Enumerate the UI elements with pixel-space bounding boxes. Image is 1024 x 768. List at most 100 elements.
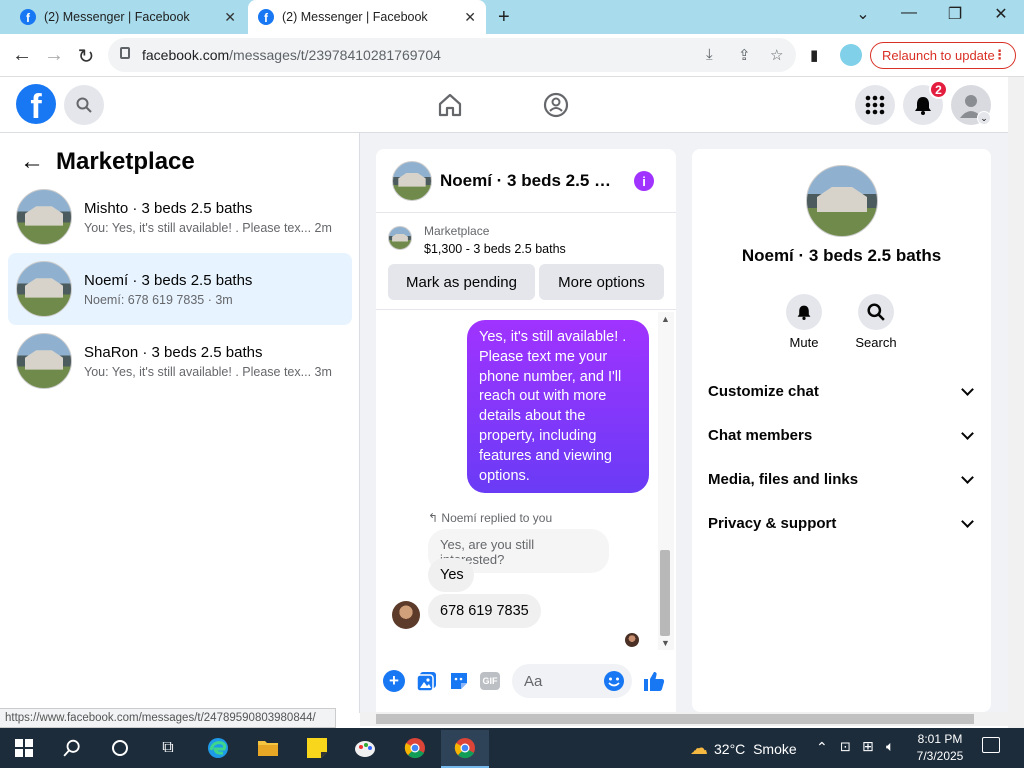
conversation-preview: You: Yes, it's still available! . Please… [84,220,332,235]
hidden-icons-chevron-icon[interactable]: ⌃ [816,739,828,756]
chat-listing-thumbnail [392,160,432,201]
incoming-message-bubble[interactable]: Yes [428,558,474,592]
contact-name: Noemí · 3 beds 2.5 baths [741,246,942,265]
scroll-up-arrow-icon[interactable]: ▲ [661,314,670,324]
status-bar-url: https://www.facebook.com/messages/t/2478… [0,708,336,728]
more-options-button[interactable]: More options [539,264,664,300]
back-icon[interactable]: ← [10,44,34,67]
new-tab-plus-icon[interactable]: + [498,6,510,29]
emoji-icon[interactable] [603,670,625,697]
bell-icon [915,97,931,115]
tab-messenger-2[interactable]: f (2) Messenger | Facebook ✕ [248,0,486,34]
cortana-icon[interactable] [108,736,132,760]
forward-icon[interactable]: → [42,44,66,67]
task-view-icon[interactable]: ⧉ [156,736,180,760]
grid-icon [865,95,885,115]
search-in-chat-button[interactable] [858,294,894,330]
windows-start-icon[interactable] [12,736,36,760]
page-vertical-scrollbar[interactable] [1008,77,1024,728]
thumbs-up-icon[interactable] [642,669,666,698]
horizontal-scrollbar-thumb[interactable] [376,714,974,724]
listing-thumbnail [16,189,72,245]
profile-avatar-icon[interactable] [840,44,862,66]
home-icon[interactable] [437,92,463,123]
share-icon[interactable]: ⇪ [738,46,751,64]
chevron-down-icon [961,426,974,440]
mute-label: Mute [789,335,819,350]
section-privacy-support[interactable]: Privacy & support [708,513,978,533]
chat-header[interactable]: Noemí · 3 beds 2.5 b... [376,149,676,213]
horizontal-scrollbar[interactable] [360,712,1008,726]
close-window-icon[interactable]: ✕ [986,4,1016,24]
taskbar-clock[interactable]: 8:01 PM 7/3/2025 [916,731,964,765]
close-tab-icon[interactable]: ✕ [224,9,236,26]
notification-badge: 2 [929,80,948,99]
taskbar-search-icon[interactable] [60,736,84,760]
network-icon[interactable]: ⊞ [862,738,874,755]
conversation-item-mishto[interactable]: Mishto · 3 beds 2.5 baths You: Yes, it's… [8,181,352,253]
tab-search-chevron-icon[interactable]: ⌄ [848,4,878,24]
mute-button[interactable] [786,294,822,330]
smoke-weather-icon: ☁ [690,738,708,758]
conversation-item-noemi[interactable]: Noemí · 3 beds 2.5 baths Noemí: 678 619 … [8,253,352,325]
sticky-notes-icon[interactable] [305,736,329,760]
chrome-icon[interactable] [403,736,427,760]
info-icon[interactable]: i [634,171,654,191]
section-media-files-links[interactable]: Media, files and links [708,469,978,489]
groups-icon[interactable] [543,92,569,123]
install-app-icon[interactable]: ⤓ [706,46,713,63]
close-tab-icon[interactable]: ✕ [464,9,476,26]
conversation-preview: You: Yes, it's still available! . Please… [84,364,332,379]
edge-icon[interactable] [206,736,230,760]
section-label: Media, files and links [708,470,859,488]
section-label: Customize chat [708,382,819,400]
lock-icon[interactable] [120,47,130,59]
notification-center-icon[interactable] [982,737,1000,753]
volume-icon[interactable]: 🔈︎ [886,738,894,755]
side-panel-icon[interactable]: ▮ [810,46,818,64]
chevron-down-icon [961,514,974,528]
chat-scrollbar[interactable]: ▲ ▼ [658,312,674,650]
tab-title: (2) Messenger | Facebook [44,10,190,24]
tab-messenger-1[interactable]: f (2) Messenger | Facebook ✕ [10,0,246,34]
address-bar[interactable]: facebook.com/messages/t/2397841028176970… [108,38,796,72]
menu-dots-icon: ⋮ [993,47,1006,62]
chrome-icon[interactable] [453,736,477,760]
section-customize-chat[interactable]: Customize chat [708,381,978,401]
section-label: Chat members [708,426,813,444]
photo-icon[interactable] [416,670,438,697]
reload-icon[interactable]: ↻ [74,44,98,69]
conversation-item-sharon[interactable]: ShaRon · 3 beds 2.5 baths You: Yes, it's… [8,325,352,397]
section-chat-members[interactable]: Chat members [708,425,978,445]
paint-icon[interactable] [354,736,378,760]
outgoing-message-bubble[interactable]: Yes, it's still available! . Please text… [467,320,649,493]
sender-avatar[interactable] [392,601,420,629]
sticker-icon[interactable] [448,670,470,697]
incoming-message-bubble[interactable]: 678 619 7835 [428,594,541,628]
search-button[interactable] [64,85,104,125]
facebook-favicon-icon: f [20,9,36,25]
scroll-down-arrow-icon[interactable]: ▼ [661,638,670,648]
chat-scrollbar-thumb[interactable] [660,550,670,636]
conversation-name: Noemí · 3 beds 2.5 baths [84,271,253,289]
panel-title: Marketplace [56,148,195,175]
bookmark-star-icon[interactable]: ☆ [770,46,783,64]
file-explorer-icon[interactable] [256,736,280,760]
account-chevron-icon[interactable]: ⌄ [977,111,991,125]
listing-profile-image[interactable] [806,165,878,237]
gif-icon[interactable]: GIF [480,672,500,690]
facebook-logo[interactable]: f [16,84,56,124]
url-domain: facebook.com [142,47,230,63]
mark-pending-button[interactable]: Mark as pending [388,264,535,300]
weather-widget[interactable]: ☁ 32°C Smoke [690,738,797,759]
menu-grid-button[interactable] [855,85,895,125]
conversation-name: Mishto · 3 beds 2.5 baths [84,199,253,217]
weather-condition: Smoke [753,740,797,757]
meet-now-icon[interactable]: ⊡ [840,739,851,755]
back-arrow-icon[interactable]: ← [20,148,44,176]
restore-icon[interactable]: ❐ [940,4,970,24]
minimize-icon[interactable]: — [894,4,924,22]
relaunch-button[interactable]: Relaunch to update ⋮ [870,42,1016,69]
conversation-preview: Noemí: 678 619 7835 · 3m [84,292,233,307]
plus-icon[interactable]: + [383,670,405,692]
